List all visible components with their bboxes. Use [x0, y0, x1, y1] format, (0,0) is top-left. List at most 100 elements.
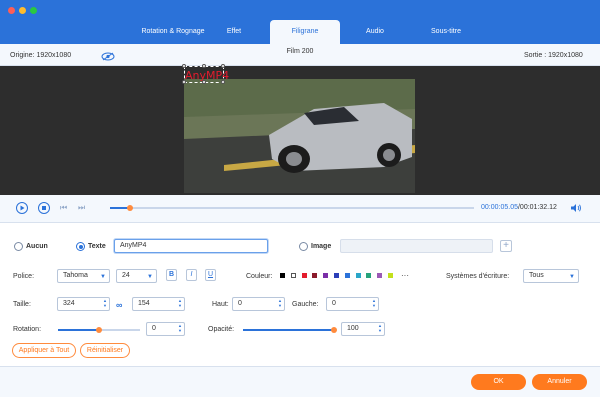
- opacity-slider[interactable]: [243, 327, 337, 333]
- timeline-thumb[interactable]: [127, 205, 133, 211]
- more-colors-button[interactable]: ···: [401, 271, 409, 280]
- stop-icon: [42, 206, 46, 210]
- close-window-button[interactable]: [8, 7, 15, 14]
- size-label: Taille:: [13, 301, 31, 308]
- underline-button[interactable]: U: [205, 269, 216, 281]
- opacity-slider-thumb[interactable]: [331, 327, 337, 333]
- timeline-slider[interactable]: [110, 205, 474, 211]
- plus-icon: +: [503, 240, 509, 251]
- play-button[interactable]: [16, 202, 28, 214]
- video-editor-window: Rotation & Rognage Effet Filigrane Audio…: [0, 0, 600, 397]
- color-swatch[interactable]: [355, 273, 361, 278]
- color-swatch[interactable]: [301, 273, 307, 278]
- video-preview: AnyMP4: [0, 64, 600, 195]
- stepper-arrows-icon[interactable]: ▲ ▼: [278, 298, 282, 308]
- watermark-text-radio[interactable]: [76, 242, 85, 251]
- cancel-button[interactable]: Annuler: [532, 374, 587, 390]
- stepper-arrows-icon[interactable]: ▲ ▼: [178, 323, 182, 333]
- color-swatch[interactable]: [344, 273, 350, 278]
- color-label: Couleur:: [246, 273, 273, 280]
- video-info-row: Origine: 1920x1080 Film 200 Sortie : 192…: [0, 44, 600, 66]
- link-icon[interactable]: ∞: [116, 300, 122, 310]
- width-value: 324: [63, 300, 75, 307]
- image-path-input[interactable]: [340, 239, 493, 253]
- volume-icon[interactable]: [570, 203, 582, 213]
- color-swatch[interactable]: [290, 273, 296, 278]
- tab-subtitle[interactable]: Sous-titre: [414, 20, 478, 44]
- writing-system-value: Tous: [529, 272, 544, 279]
- resize-handle[interactable]: [202, 80, 206, 84]
- watermark-image-radio[interactable]: [299, 242, 308, 251]
- rotation-slider[interactable]: [58, 327, 140, 333]
- resize-handle[interactable]: [202, 64, 206, 68]
- color-swatch[interactable]: [312, 273, 318, 278]
- height-stepper[interactable]: 154 ▲ ▼: [132, 297, 185, 311]
- tab-audio[interactable]: Audio: [352, 20, 398, 44]
- resize-handle[interactable]: [182, 80, 186, 84]
- apply-to-all-button[interactable]: Appliquer à Tout: [12, 343, 76, 358]
- chevron-down-icon: ▼: [100, 274, 106, 280]
- chevron-down-icon: ▼: [147, 274, 153, 280]
- next-frame-icon[interactable]: ⏭: [78, 203, 85, 213]
- italic-button[interactable]: I: [186, 269, 197, 281]
- maximize-window-button[interactable]: [30, 7, 37, 14]
- writing-system-select[interactable]: Tous ▼: [523, 269, 579, 283]
- play-icon: [20, 205, 25, 211]
- reset-button[interactable]: Réinitialiser: [80, 343, 130, 358]
- rotation-slider-thumb[interactable]: [96, 327, 102, 333]
- color-swatch[interactable]: [323, 273, 329, 278]
- stepper-arrows-icon[interactable]: ▲ ▼: [378, 323, 382, 333]
- player-controls: ⏮ ⏭ 00:00:05.05/00:01:32.12: [0, 195, 600, 223]
- writing-system-label: Systèmes d'écriture:: [446, 273, 510, 280]
- color-swatch[interactable]: [388, 273, 393, 278]
- rotation-label: Rotation:: [13, 326, 42, 333]
- resize-handle[interactable]: [221, 80, 225, 84]
- total-time: /00:01:32.12: [517, 204, 557, 211]
- tab-watermark[interactable]: Filigrane: [270, 20, 340, 44]
- chevron-down-icon: ▼: [569, 274, 575, 280]
- stop-button[interactable]: [38, 202, 50, 214]
- stepper-arrows-icon[interactable]: ▲ ▼: [372, 298, 376, 308]
- time-display: 00:00:05.05/00:01:32.12: [481, 204, 557, 211]
- ok-button[interactable]: OK: [471, 374, 526, 390]
- previous-frame-icon[interactable]: ⏮: [60, 203, 67, 213]
- top-label: Haut:: [212, 301, 229, 308]
- stepper-arrows-icon[interactable]: ▲ ▼: [103, 298, 107, 308]
- stepper-arrows-icon[interactable]: ▲ ▼: [178, 298, 182, 308]
- output-resolution: Sortie : 1920x1080: [524, 52, 583, 59]
- opacity-value: 100: [347, 325, 359, 332]
- top-value: 0: [238, 300, 242, 307]
- rotation-stepper[interactable]: 0 ▲ ▼: [146, 322, 185, 336]
- tab-effect[interactable]: Effet: [212, 20, 256, 44]
- video-title: Film 200: [286, 48, 314, 55]
- resize-handle[interactable]: [182, 64, 186, 68]
- left-stepper[interactable]: 0 ▲ ▼: [326, 297, 379, 311]
- minimize-window-button[interactable]: [19, 7, 26, 14]
- watermark-text-input[interactable]: AnyMP4: [114, 239, 268, 253]
- watermark-none-label: Aucun: [26, 243, 48, 250]
- color-swatch[interactable]: [366, 273, 372, 278]
- color-swatch[interactable]: [280, 273, 285, 278]
- font-family-value: Tahoma: [63, 272, 88, 279]
- opacity-stepper[interactable]: 100 ▲ ▼: [341, 322, 385, 336]
- resize-handle[interactable]: [221, 64, 225, 68]
- add-image-button[interactable]: +: [500, 240, 512, 252]
- font-family-select[interactable]: Tahoma ▼: [57, 269, 110, 283]
- height-value: 154: [138, 300, 150, 307]
- top-stepper[interactable]: 0 ▲ ▼: [232, 297, 285, 311]
- left-label: Gauche:: [292, 301, 319, 308]
- color-swatch[interactable]: [377, 273, 383, 278]
- bold-button[interactable]: B: [166, 269, 177, 281]
- color-swatch[interactable]: [334, 273, 339, 278]
- watermark-text-value: AnyMP4: [120, 242, 147, 249]
- rotation-slider-fill: [58, 329, 99, 331]
- dialog-footer: OK Annuler: [0, 366, 600, 397]
- watermark-text-box[interactable]: AnyMP4: [182, 64, 229, 84]
- width-stepper[interactable]: 324 ▲ ▼: [57, 297, 110, 311]
- watermark-none-radio[interactable]: [14, 242, 23, 251]
- font-size-select[interactable]: 24 ▼: [116, 269, 157, 283]
- tab-bar: Rotation & Rognage Effet Filigrane Audio…: [0, 0, 600, 44]
- rotation-value: 0: [152, 325, 156, 332]
- watermark-text-label: Texte: [88, 243, 106, 250]
- font-label: Police:: [13, 273, 35, 280]
